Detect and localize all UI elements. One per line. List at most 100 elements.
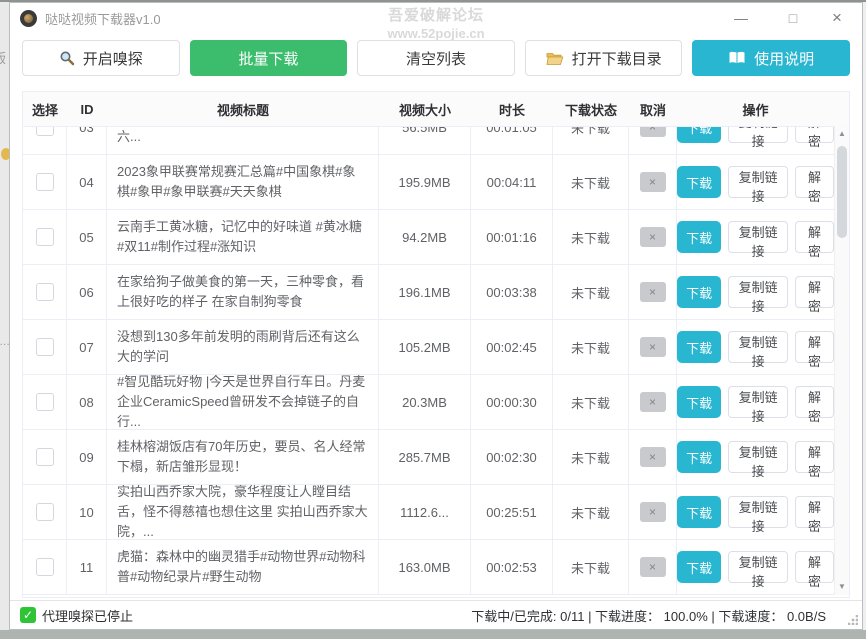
decrypt-button[interactable]: 解密 <box>795 276 834 308</box>
cancel-button[interactable]: × <box>640 502 666 522</box>
copy-link-button[interactable]: 复制链接 <box>728 386 788 418</box>
cancel-button[interactable]: × <box>640 282 666 302</box>
cancel-button[interactable]: × <box>640 127 666 137</box>
help-button[interactable]: 使用说明 <box>692 40 850 76</box>
row-checkbox[interactable] <box>36 503 54 521</box>
row-status: 未下载 <box>553 375 629 429</box>
start-sniff-button[interactable]: 开启嗅探 <box>22 40 180 76</box>
copy-link-button[interactable]: 复制链接 <box>728 127 788 143</box>
row-checkbox[interactable] <box>36 393 54 411</box>
titlebar[interactable]: 哒哒视频下载器v1.0 吾爱破解论坛 www.52pojie.cn — □ × <box>10 3 862 33</box>
table-row: 04 2023象甲联赛常规赛汇总篇#中国象棋#象棋#象甲#象甲联赛#天天象棋 1… <box>23 155 834 210</box>
download-button[interactable]: 下载 <box>677 496 721 528</box>
row-duration: 00:04:11 <box>471 155 553 209</box>
row-checkbox[interactable] <box>36 448 54 466</box>
row-size: 56.5MB <box>379 127 471 154</box>
decrypt-button[interactable]: 解密 <box>795 441 834 473</box>
row-duration: 00:02:53 <box>471 540 553 594</box>
row-status: 未下载 <box>553 320 629 374</box>
scrollbar-track[interactable] <box>835 142 849 579</box>
download-button[interactable]: 下载 <box>677 551 721 583</box>
row-status: 未下载 <box>553 127 629 154</box>
row-size: 196.1MB <box>379 265 471 319</box>
decrypt-button[interactable]: 解密 <box>795 127 834 143</box>
toolbar: 开启嗅探 批量下载 清空列表 打开下载目录 使用说明 <box>10 33 862 81</box>
download-stats-text: 下载中/已完成: 0/11 | 下载进度： 100.0% | 下载速度： 0.0… <box>471 606 852 625</box>
scrollbar-thumb[interactable] <box>837 146 847 238</box>
row-size: 195.9MB <box>379 155 471 209</box>
download-button[interactable]: 下载 <box>677 127 721 143</box>
row-title: 2023象甲联赛常规赛汇总篇#中国象棋#象棋#象甲#象甲联赛#天天象棋 <box>107 155 379 209</box>
cancel-button[interactable]: × <box>640 172 666 192</box>
cancel-button[interactable]: × <box>640 557 666 577</box>
row-size: 94.2MB <box>379 210 471 264</box>
row-duration: 00:03:38 <box>471 265 553 319</box>
open-download-dir-button[interactable]: 打开下载目录 <box>525 40 683 76</box>
row-duration: 00:25:51 <box>471 485 553 539</box>
vertical-scrollbar[interactable]: ▲ ▼ <box>834 126 849 595</box>
row-id: 04 <box>67 155 107 209</box>
copy-link-button[interactable]: 复制链接 <box>728 221 788 253</box>
copy-link-button[interactable]: 复制链接 <box>728 276 788 308</box>
row-title: 虎猫：森林中的幽灵猎手#动物世界#动物科普#动物纪录片#野生动物 <box>107 540 379 594</box>
folder-icon <box>546 51 564 66</box>
decrypt-button[interactable]: 解密 <box>795 386 834 418</box>
scroll-down-icon[interactable]: ▼ <box>835 579 849 595</box>
row-checkbox[interactable] <box>36 283 54 301</box>
cancel-button[interactable]: × <box>640 447 666 467</box>
table-row: 09 桂林榕湖饭店有70年历史，要员、名人经常下榻，新店雏形显现！ 285.7M… <box>23 430 834 485</box>
download-button[interactable]: 下载 <box>677 221 721 253</box>
clear-list-button[interactable]: 清空列表 <box>357 40 515 76</box>
table-body: 03 卡》第六季 #甘孜的甘孜 #欢乐大林卡第六... 56.5MB 00:01… <box>23 127 849 596</box>
open-download-dir-label: 打开下载目录 <box>572 48 662 69</box>
row-checkbox[interactable] <box>36 558 54 576</box>
row-id: 08 <box>67 375 107 429</box>
copy-link-button[interactable]: 复制链接 <box>728 331 788 363</box>
row-size: 20.3MB <box>379 375 471 429</box>
batch-download-label: 批量下载 <box>238 48 298 69</box>
row-status: 未下载 <box>553 210 629 264</box>
row-checkbox[interactable] <box>36 338 54 356</box>
batch-download-button[interactable]: 批量下载 <box>190 40 348 76</box>
cancel-button[interactable]: × <box>640 392 666 412</box>
row-duration: 00:01:05 <box>471 127 553 154</box>
table-row: 11 虎猫：森林中的幽灵猎手#动物世界#动物科普#动物纪录片#野生动物 163.… <box>23 540 834 595</box>
minimize-button[interactable]: — <box>726 10 756 26</box>
maximize-button[interactable]: □ <box>778 10 808 26</box>
copy-link-button[interactable]: 复制链接 <box>728 166 788 198</box>
row-status: 未下载 <box>553 485 629 539</box>
row-duration: 00:02:45 <box>471 320 553 374</box>
cancel-button[interactable]: × <box>640 227 666 247</box>
background-artifact-text: 版 <box>0 48 6 67</box>
proxy-check-icon: ✓ <box>20 607 36 623</box>
download-button[interactable]: 下载 <box>677 276 721 308</box>
cancel-button[interactable]: × <box>640 337 666 357</box>
decrypt-button[interactable]: 解密 <box>795 221 834 253</box>
download-button[interactable]: 下载 <box>677 441 721 473</box>
video-table: 选择 ID 视频标题 视频大小 时长 下载状态 取消 操作 03 卡》第六季 #… <box>22 91 850 598</box>
decrypt-button[interactable]: 解密 <box>795 166 834 198</box>
download-button[interactable]: 下载 <box>677 386 721 418</box>
copy-link-button[interactable]: 复制链接 <box>728 441 788 473</box>
clear-list-label: 清空列表 <box>406 48 466 69</box>
row-checkbox[interactable] <box>36 228 54 246</box>
row-checkbox[interactable] <box>36 173 54 191</box>
download-button[interactable]: 下载 <box>677 166 721 198</box>
copy-link-button[interactable]: 复制链接 <box>728 551 788 583</box>
close-button[interactable]: × <box>822 8 852 28</box>
decrypt-button[interactable]: 解密 <box>795 496 834 528</box>
download-button[interactable]: 下载 <box>677 331 721 363</box>
scroll-up-icon[interactable]: ▲ <box>835 126 849 142</box>
row-status: 未下载 <box>553 155 629 209</box>
row-status: 未下载 <box>553 430 629 484</box>
copy-link-button[interactable]: 复制链接 <box>728 496 788 528</box>
decrypt-button[interactable]: 解密 <box>795 331 834 363</box>
row-title: 卡》第六季 #甘孜的甘孜 #欢乐大林卡第六... <box>107 127 379 154</box>
table-row: 05 云南手工黄冰糖，记忆中的好味道 #黄冰糖#双11#制作过程#涨知识 94.… <box>23 210 834 265</box>
app-window: 哒哒视频下载器v1.0 吾爱破解论坛 www.52pojie.cn — □ × … <box>9 2 863 630</box>
row-checkbox[interactable] <box>36 127 54 136</box>
resize-grip[interactable] <box>848 615 858 625</box>
row-size: 285.7MB <box>379 430 471 484</box>
row-duration: 00:01:16 <box>471 210 553 264</box>
decrypt-button[interactable]: 解密 <box>795 551 834 583</box>
